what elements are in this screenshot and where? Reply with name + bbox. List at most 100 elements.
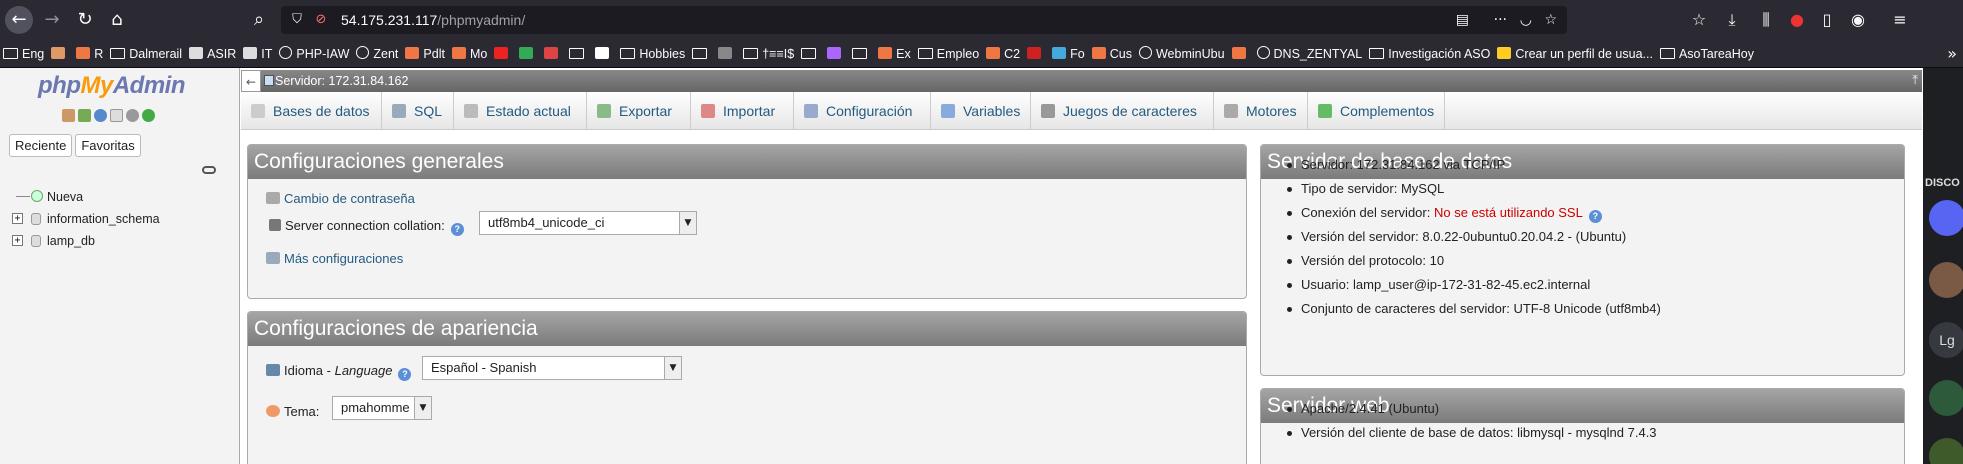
bookmark-item[interactable] <box>592 40 617 67</box>
tab-favorites[interactable]: Favoritas <box>75 134 141 157</box>
bookmark-item[interactable]: Eng <box>0 40 48 67</box>
help-icon[interactable]: ? <box>450 223 464 236</box>
download-icon[interactable]: ⤓ <box>1721 10 1743 30</box>
change-password-row[interactable]: Cambio de contraseña <box>266 191 415 206</box>
tree-item-new[interactable]: Nueva <box>12 186 160 208</box>
tab-export[interactable]: Exportar <box>587 92 691 130</box>
bookmark-item[interactable]: WebminUbu <box>1136 40 1229 67</box>
menu-icon[interactable]: ≡ <box>1889 10 1911 30</box>
more-settings-row[interactable]: Más configuraciones <box>266 251 403 266</box>
bookmark-item[interactable]: Fo <box>1049 40 1089 67</box>
more-settings-link[interactable]: Más configuraciones <box>284 251 403 266</box>
bookmark-item[interactable]: Hobbies <box>617 40 689 67</box>
help-icon[interactable]: ? <box>1588 210 1602 223</box>
home-icon[interactable] <box>62 109 75 122</box>
bookmark-item[interactable]: Mo <box>449 40 491 67</box>
bookmark-item[interactable]: Ex <box>875 40 915 67</box>
bookmark-item[interactable] <box>1024 40 1049 67</box>
more-actions-icon[interactable]: ··· <box>1494 12 1507 28</box>
bookmark-item[interactable] <box>689 40 715 67</box>
theme-select[interactable]: pmahomme ▼ <box>332 396 432 420</box>
tab-sql[interactable]: SQL <box>382 92 454 130</box>
tab-recent[interactable]: Reciente <box>9 134 73 157</box>
bookmarks-overflow-icon[interactable]: » <box>1947 40 1957 67</box>
search-icon[interactable]: ⌕ <box>245 6 273 34</box>
bookmark-item[interactable]: Crear un perfil de usua... <box>1494 40 1657 67</box>
url-text[interactable]: 54.175.231.117/phpmyadmin/ <box>341 12 525 28</box>
shield-icon[interactable]: ⛉ <box>289 12 305 28</box>
link-icon[interactable] <box>202 166 216 174</box>
docs-icon[interactable] <box>110 109 123 122</box>
server-avatar[interactable] <box>1929 262 1963 298</box>
bookmark-item[interactable]: Zent <box>353 40 402 67</box>
collapse-top-icon[interactable]: ⤒ <box>1912 70 1918 92</box>
bookmark-item[interactable]: IT <box>240 40 276 67</box>
phpmyadmin-logo[interactable]: phpMyAdmin <box>38 72 186 100</box>
bookmark-item[interactable]: Dalmerail <box>107 40 186 67</box>
tab-plugins[interactable]: Complementos <box>1308 92 1445 130</box>
account-icon[interactable]: ◉ <box>1847 10 1869 30</box>
bookmark-item[interactable]: DNS_ZENTYAL <box>1254 40 1367 67</box>
bookmark-item[interactable]: Pdlt <box>402 40 449 67</box>
bookmark-item[interactable]: C2 <box>983 40 1024 67</box>
ublock-icon[interactable]: ● <box>1786 10 1808 30</box>
reload-nav-icon[interactable] <box>142 109 155 122</box>
bookmark-item[interactable] <box>516 40 541 67</box>
bookmark-item[interactable] <box>849 40 875 67</box>
bookmark-item[interactable]: AsoTareaHoy <box>1657 40 1758 67</box>
bookmark-item[interactable]: Investigación ASO <box>1366 40 1494 67</box>
insecure-lock-icon[interactable]: ⊘ <box>313 12 329 28</box>
tab-import[interactable]: Importar <box>691 92 794 130</box>
forward-arrow-icon[interactable]: → <box>38 6 66 34</box>
help-icon[interactable] <box>94 109 107 122</box>
collation-select[interactable]: utf8mb4_unicode_ci ▼ <box>479 211 697 235</box>
export-icon <box>597 104 611 118</box>
server-label[interactable]: Servidor: 172.31.84.162 <box>275 70 408 92</box>
bookmark-item[interactable] <box>715 40 740 67</box>
tab-engines[interactable]: Motores <box>1214 92 1308 130</box>
bookmark-item[interactable] <box>491 40 516 67</box>
language-select[interactable]: Español - Spanish ▼ <box>422 356 682 380</box>
bookmark-item[interactable]: ASIR <box>186 40 240 67</box>
tab-databases[interactable]: Bases de datos <box>241 92 382 130</box>
bookmark-item[interactable] <box>798 40 824 67</box>
server-avatar[interactable] <box>1929 438 1963 464</box>
discord-icon[interactable] <box>1929 200 1963 236</box>
server-avatar[interactable]: Lg <box>1929 322 1963 358</box>
change-password-link[interactable]: Cambio de contraseña <box>284 191 415 206</box>
server-avatar[interactable] <box>1929 380 1963 416</box>
reload-icon[interactable]: ↻ <box>71 6 99 34</box>
bookmark-item[interactable]: Empleo <box>915 40 983 67</box>
pocket-icon[interactable]: ◡ <box>1520 12 1532 28</box>
tab-charsets[interactable]: Juegos de caracteres <box>1031 92 1214 130</box>
bookmark-item[interactable] <box>541 40 566 67</box>
exit-icon[interactable] <box>78 109 91 122</box>
tree-item-lamp-db[interactable]: + lamp_db <box>12 230 160 252</box>
collapse-nav-icon[interactable]: ← <box>241 70 261 92</box>
bookmark-label: Crear un perfil de usua... <box>1515 47 1653 61</box>
sidebar-icon[interactable]: ▯ <box>1816 10 1838 30</box>
bookmark-item[interactable]: †≡≡I$ <box>740 40 798 67</box>
bookmark-item[interactable]: Cus <box>1089 40 1136 67</box>
bookmark-item[interactable] <box>1229 40 1254 67</box>
tab-variables[interactable]: Variables <box>931 92 1031 130</box>
bookmark-star-icon[interactable]: ☆ <box>1544 12 1557 28</box>
bookmark-item[interactable]: PHP-IAW <box>276 40 353 67</box>
tab-status[interactable]: Estado actual <box>454 92 587 130</box>
bookmark-item[interactable]: R <box>73 40 107 67</box>
collections-icon[interactable]: ☆ <box>1688 10 1710 30</box>
tab-settings[interactable]: Configuración <box>794 92 931 130</box>
url-bar[interactable]: ⛉ ⊘ 54.175.231.117/phpmyadmin/ ▤ ··· ◡ ☆ <box>281 6 1567 34</box>
expand-icon[interactable]: + <box>12 235 23 246</box>
help-icon[interactable]: ? <box>398 368 412 381</box>
back-arrow-icon[interactable]: ← <box>5 6 33 34</box>
expand-icon[interactable]: + <box>12 213 23 224</box>
home-icon[interactable]: ⌂ <box>103 6 131 34</box>
bookmark-item[interactable] <box>48 40 73 67</box>
tree-item-information-schema[interactable]: + information_schema <box>12 208 160 230</box>
bookmark-item[interactable] <box>566 40 592 67</box>
reader-view-icon[interactable]: ▤ <box>1456 12 1469 28</box>
bookmark-item[interactable] <box>824 40 849 67</box>
library-icon[interactable]: ⫼ <box>1755 10 1777 30</box>
settings-gear-icon[interactable] <box>126 109 139 122</box>
